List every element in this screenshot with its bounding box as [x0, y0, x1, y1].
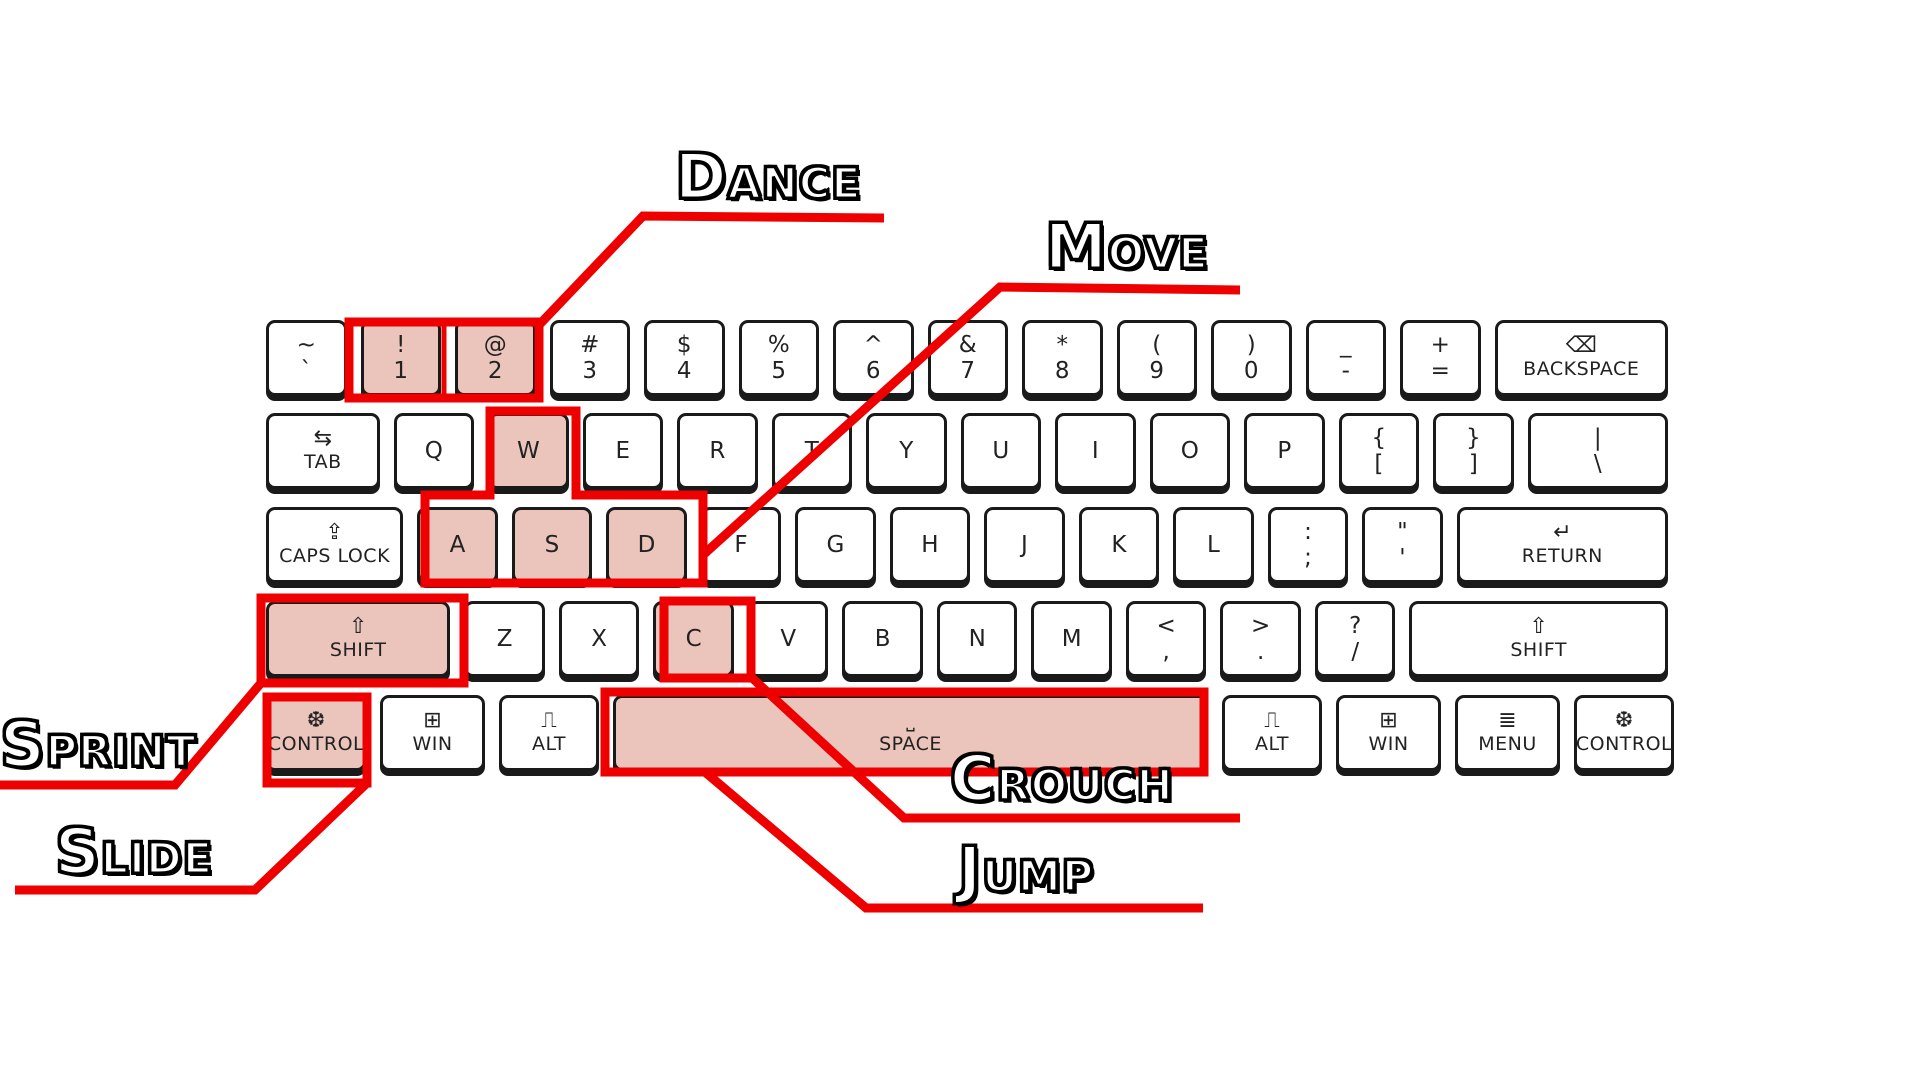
slide-label: Slide [53, 814, 214, 890]
crouch-label: Crouch [949, 741, 1175, 817]
slide-highlight-box [262, 692, 372, 788]
dance-leader [535, 211, 885, 329]
jump-label: Jump [956, 832, 1095, 908]
sprint-highlight-box [256, 593, 469, 688]
sprint-label: Sprint [0, 707, 197, 783]
move-leader [699, 282, 1241, 559]
dance-label: Dance [674, 139, 863, 215]
crouch-highlight-box [659, 596, 756, 683]
keyboard-diagram: ~ `! 1 @2 #3 $4% 5 ^ 6 & 7 * 8(9) 0 _ - + = ⌫ BACKSPACE ⇆ TAB… [0, 0, 1920, 1080]
move-label: Move [1044, 209, 1210, 285]
move-highlight-box [420, 406, 708, 588]
annotation-overlay [0, 211, 1241, 913]
